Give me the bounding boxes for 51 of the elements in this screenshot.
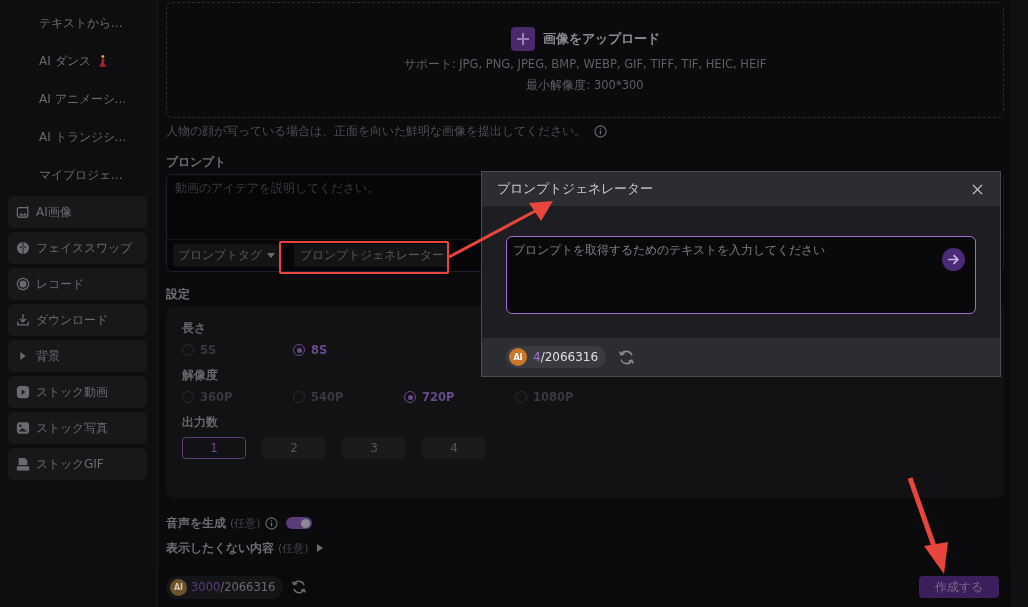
sidebar-item[interactable]: ストック動画: [8, 376, 147, 408]
sidebar-item[interactable]: ダウンロード: [8, 304, 147, 336]
count-button[interactable]: 3: [342, 437, 406, 459]
sidebar-item[interactable]: ストック写真: [8, 412, 147, 444]
min-resolution: 最小解像度: 300*300: [526, 78, 644, 93]
sidebar-item[interactable]: AI トランジシ...: [8, 120, 157, 154]
credit-count: 3000/2066316: [191, 580, 276, 594]
add-icon: [510, 27, 535, 51]
radio-option[interactable]: 720P: [404, 390, 515, 404]
close-icon[interactable]: [972, 183, 983, 195]
sidebar-item[interactable]: フェイススワップ: [8, 232, 147, 264]
create-button[interactable]: 作成する: [919, 576, 999, 598]
sidebar-item[interactable]: マイプロジェ...: [8, 158, 157, 192]
refresh-icon[interactable]: [291, 579, 308, 595]
info-icon[interactable]: [264, 516, 278, 530]
audio-label: 音声を生成: [166, 514, 226, 532]
upload-area[interactable]: 画像をアップロード サポート: JPG, PNG, JPEG, BMP, WEBP, GIF, TIFF, TIF, HEIC, HEIF 最小解像度: 300*300: [166, 2, 1004, 118]
sidebar-item[interactable]: AI ダンス: [8, 44, 157, 78]
settings-label: 設定: [166, 286, 191, 302]
audio-toggle[interactable]: [285, 517, 312, 529]
credit-count: 4/2066316: [533, 350, 599, 364]
setting-label: 出力数: [182, 414, 219, 431]
prompt-label: プロンプト: [166, 154, 227, 170]
record-icon: [16, 277, 30, 291]
count-button[interactable]: 1: [182, 437, 246, 459]
caret-icon: [267, 253, 275, 258]
prompt-input-field[interactable]: プロンプトを取得するためのテキストを入力してください: [506, 236, 976, 314]
sidebar-item[interactable]: テキストから...: [8, 6, 157, 40]
coin-icon: AI: [170, 578, 187, 596]
upload-title: 画像をアップロード: [542, 30, 660, 48]
info-icon[interactable]: [594, 124, 607, 138]
setting-label: 長さ: [182, 320, 207, 337]
sidebar-item[interactable]: レコード: [8, 268, 147, 300]
sidebar-item[interactable]: ストックGIF: [8, 448, 147, 480]
exclude-label: 表示したくない内容: [166, 539, 274, 557]
expand-icon[interactable]: [316, 544, 323, 552]
sidebar-item[interactable]: AI画像: [8, 196, 147, 228]
image-icon: [16, 205, 30, 219]
dialog-title: プロンプトジェネレーター: [497, 180, 653, 198]
sidebar-item[interactable]: AI アニメーシ...: [8, 82, 157, 116]
video-icon: [16, 385, 30, 399]
setting-label: 解像度: [182, 367, 219, 384]
coin-icon: AI: [509, 348, 527, 366]
count-button[interactable]: 4: [422, 437, 486, 459]
supported-formats: サポート: JPG, PNG, JPEG, BMP, WEBP, GIF, TIFF, TIF, HEIC, HEIF: [403, 57, 767, 72]
sidebar-item[interactable]: 背景: [8, 340, 147, 372]
count-button[interactable]: 2: [262, 437, 326, 459]
photo-icon: [16, 421, 30, 435]
radio-option[interactable]: 8S: [293, 343, 404, 357]
download-icon: [16, 313, 30, 327]
refresh-icon[interactable]: [618, 348, 636, 366]
